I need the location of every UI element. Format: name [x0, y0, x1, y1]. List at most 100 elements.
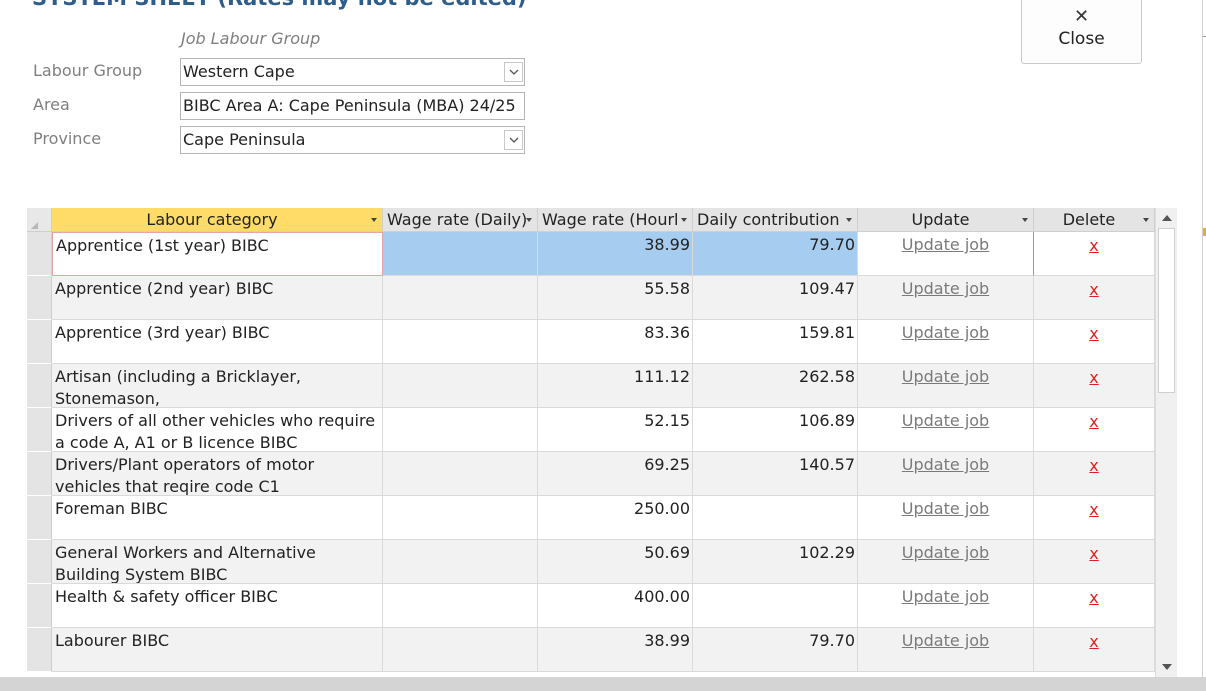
filter-arrow-icon[interactable] [526, 218, 532, 222]
filter-arrow-icon[interactable] [1022, 218, 1028, 222]
column-header-update[interactable]: Update [858, 208, 1034, 232]
daily-contribution-cell[interactable]: 102.29 [693, 540, 858, 584]
record-selector[interactable] [27, 364, 52, 408]
daily-contribution-cell[interactable]: 159.81 [693, 320, 858, 364]
record-selector[interactable] [27, 408, 52, 452]
column-header-delete[interactable]: Delete [1034, 208, 1155, 232]
scroll-down-button[interactable] [1159, 659, 1175, 675]
wage-daily-cell[interactable] [383, 408, 538, 452]
record-selector[interactable] [27, 276, 52, 320]
column-header-daily-contribution[interactable]: Daily contribution [693, 208, 858, 232]
record-selector[interactable] [27, 320, 52, 364]
update-job-link[interactable]: Update job [902, 367, 989, 386]
daily-contribution-cell[interactable]: 262.58 [693, 364, 858, 408]
filter-arrow-icon[interactable] [371, 218, 377, 222]
filter-arrow-icon[interactable] [1143, 218, 1149, 222]
province-combo[interactable]: Cape Peninsula [180, 126, 525, 154]
labour-category-cell[interactable]: Artisan (including a Bricklayer, Stonema… [52, 364, 383, 408]
record-selector[interactable] [27, 452, 52, 496]
table-row[interactable]: Apprentice (3rd year) BIBC 83.36 159.81 … [27, 320, 1155, 364]
wage-hourly-cell[interactable]: 38.99 [538, 232, 693, 276]
labour-category-cell[interactable]: Foreman BIBC [52, 496, 383, 540]
wage-daily-cell[interactable] [383, 452, 538, 496]
daily-contribution-cell[interactable]: 140.57 [693, 452, 858, 496]
wage-hourly-cell[interactable]: 111.12 [538, 364, 693, 408]
delete-link[interactable]: x [1089, 280, 1098, 299]
delete-link[interactable]: x [1089, 500, 1098, 519]
record-selector[interactable] [27, 540, 52, 584]
close-button[interactable]: ✕ Close [1021, 0, 1142, 64]
column-header-labour-category[interactable]: Labour category [52, 208, 383, 232]
delete-link[interactable]: x [1089, 412, 1098, 431]
update-job-link[interactable]: Update job [902, 411, 989, 430]
wage-daily-cell[interactable] [383, 584, 538, 628]
table-row[interactable]: Apprentice (2nd year) BIBC 55.58 109.47 … [27, 276, 1155, 320]
daily-contribution-cell[interactable] [693, 496, 858, 540]
labour-category-cell[interactable]: Health & safety officer BIBC [52, 584, 383, 628]
column-header-wage-daily[interactable]: Wage rate (Daily) [383, 208, 538, 232]
wage-daily-cell[interactable] [383, 276, 538, 320]
update-job-link[interactable]: Update job [902, 587, 989, 606]
wage-daily-cell[interactable] [383, 232, 538, 276]
vertical-scrollbar[interactable] [1155, 208, 1177, 677]
wage-daily-cell[interactable] [383, 496, 538, 540]
delete-link[interactable]: x [1089, 544, 1098, 563]
filter-arrow-icon[interactable] [846, 218, 852, 222]
labour-group-dropdown-button[interactable] [504, 62, 523, 82]
delete-link[interactable]: x [1089, 236, 1098, 255]
update-job-link[interactable]: Update job [902, 631, 989, 650]
daily-contribution-cell[interactable] [693, 584, 858, 628]
scroll-up-button[interactable] [1159, 210, 1175, 226]
area-field[interactable]: BIBC Area A: Cape Peninsula (MBA) 24/25 [180, 92, 525, 120]
delete-link[interactable]: x [1089, 588, 1098, 607]
wage-hourly-cell[interactable]: 69.25 [538, 452, 693, 496]
table-row[interactable]: General Workers and Alternative Building… [27, 540, 1155, 584]
labour-category-cell[interactable]: Apprentice (3rd year) BIBC [52, 320, 383, 364]
daily-contribution-cell[interactable]: 79.70 [693, 232, 858, 276]
table-row[interactable]: Labourer BIBC 38.99 79.70 Update job x [27, 628, 1155, 672]
wage-daily-cell[interactable] [383, 540, 538, 584]
record-selector[interactable] [27, 584, 52, 628]
scrollbar-thumb[interactable] [1158, 228, 1175, 393]
record-selector[interactable] [27, 628, 52, 672]
daily-contribution-cell[interactable]: 79.70 [693, 628, 858, 672]
delete-link[interactable]: x [1089, 324, 1098, 343]
table-row[interactable]: Foreman BIBC 250.00 Update job x [27, 496, 1155, 540]
update-job-link[interactable]: Update job [902, 323, 989, 342]
horizontal-scrollbar[interactable] [0, 677, 1206, 691]
delete-link[interactable]: x [1089, 368, 1098, 387]
delete-link[interactable]: x [1089, 456, 1098, 475]
labour-category-cell[interactable]: Apprentice (2nd year) BIBC [52, 276, 383, 320]
province-dropdown-button[interactable] [504, 130, 523, 150]
table-row[interactable]: Health & safety officer BIBC 400.00 Upda… [27, 584, 1155, 628]
wage-hourly-cell[interactable]: 52.15 [538, 408, 693, 452]
wage-hourly-cell[interactable]: 400.00 [538, 584, 693, 628]
table-row[interactable]: Apprentice (1st year) BIBC 38.99 79.70 U… [27, 232, 1155, 276]
select-all-corner[interactable] [27, 208, 52, 232]
wage-daily-cell[interactable] [383, 364, 538, 408]
wage-daily-cell[interactable] [383, 320, 538, 364]
table-row[interactable]: Drivers/Plant operators of motor vehicle… [27, 452, 1155, 496]
wage-hourly-cell[interactable]: 83.36 [538, 320, 693, 364]
update-job-link[interactable]: Update job [902, 235, 989, 254]
wage-hourly-cell[interactable]: 250.00 [538, 496, 693, 540]
update-job-link[interactable]: Update job [902, 455, 989, 474]
labour-category-cell[interactable]: Drivers/Plant operators of motor vehicle… [52, 452, 383, 496]
daily-contribution-cell[interactable]: 109.47 [693, 276, 858, 320]
labour-group-combo[interactable]: Western Cape [180, 58, 525, 86]
labour-category-cell[interactable]: Labourer BIBC [52, 628, 383, 672]
delete-link[interactable]: x [1089, 632, 1098, 651]
table-row[interactable]: Artisan (including a Bricklayer, Stonema… [27, 364, 1155, 408]
update-job-link[interactable]: Update job [902, 543, 989, 562]
wage-daily-cell[interactable] [383, 628, 538, 672]
wage-hourly-cell[interactable]: 38.99 [538, 628, 693, 672]
column-header-wage-hourly[interactable]: Wage rate (Hourl [538, 208, 693, 232]
wage-hourly-cell[interactable]: 55.58 [538, 276, 693, 320]
daily-contribution-cell[interactable]: 106.89 [693, 408, 858, 452]
filter-arrow-icon[interactable] [681, 218, 687, 222]
table-row[interactable]: Drivers of all other vehicles who requir… [27, 408, 1155, 452]
labour-category-cell[interactable]: Drivers of all other vehicles who requir… [52, 408, 383, 452]
update-job-link[interactable]: Update job [902, 279, 989, 298]
wage-hourly-cell[interactable]: 50.69 [538, 540, 693, 584]
record-selector[interactable] [27, 496, 52, 540]
